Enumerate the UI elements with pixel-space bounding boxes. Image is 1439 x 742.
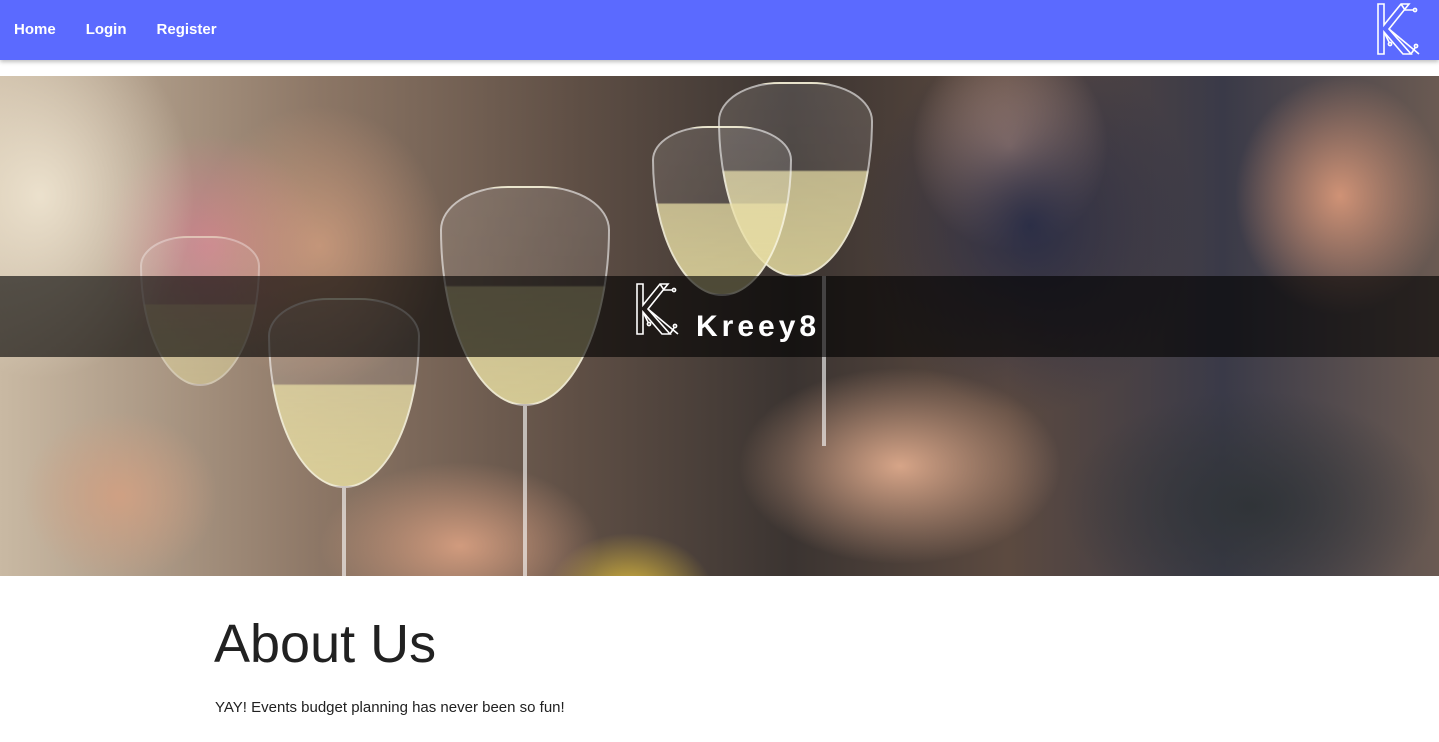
nav-register-link[interactable]: Register bbox=[157, 0, 217, 60]
hero-brand-title: Kreey8 bbox=[696, 310, 821, 343]
about-description: YAY! Events budget planning has never be… bbox=[215, 699, 565, 716]
about-heading: About Us bbox=[214, 614, 437, 674]
nav-links: Home Login Register bbox=[0, 0, 247, 60]
hero-photo: Kreey8 bbox=[0, 76, 1439, 576]
wine-glass-stem bbox=[342, 488, 346, 576]
kreey8-logo-icon[interactable] bbox=[1375, 2, 1421, 56]
top-navbar: Home Login Register bbox=[0, 0, 1439, 60]
wine-glass-stem bbox=[523, 406, 527, 576]
wine-glass bbox=[652, 126, 792, 296]
nav-login-link[interactable]: Login bbox=[86, 0, 127, 60]
nav-home-link[interactable]: Home bbox=[14, 0, 56, 60]
kreey8-logo-icon bbox=[636, 283, 679, 335]
hero-brand: Kreey8 bbox=[634, 282, 820, 343]
